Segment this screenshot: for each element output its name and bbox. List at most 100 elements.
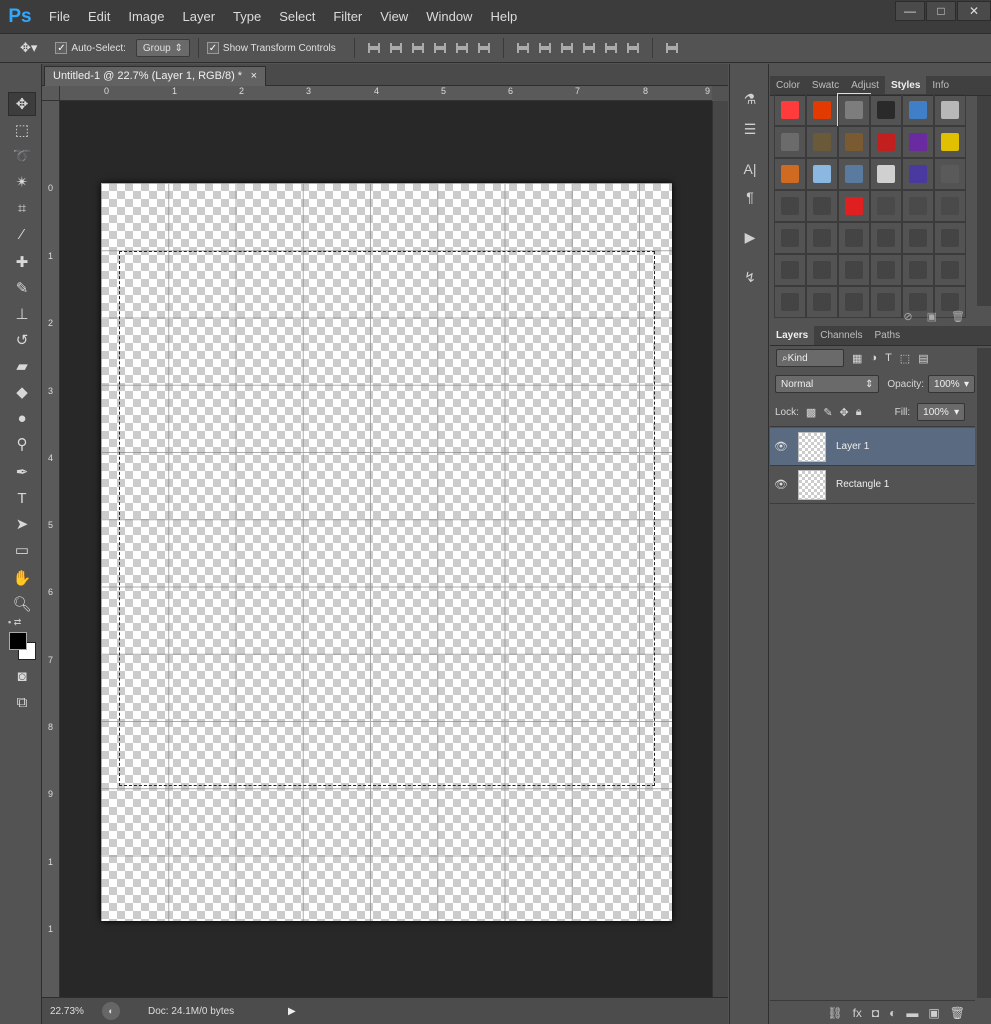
style-swatch[interactable] xyxy=(870,222,902,254)
lock-all-icon[interactable]: 🔒︎ xyxy=(856,406,862,419)
style-swatch[interactable] xyxy=(934,222,966,254)
selection-marquee[interactable] xyxy=(119,251,655,786)
style-swatch[interactable] xyxy=(934,190,966,222)
link-layers-icon[interactable]: ⛓ xyxy=(827,1006,842,1020)
tab-color[interactable]: Color xyxy=(770,76,806,95)
style-swatch[interactable] xyxy=(934,254,966,286)
add-mask-icon[interactable]: ◘ xyxy=(872,1006,879,1020)
menu-edit[interactable]: Edit xyxy=(79,0,119,33)
lock-position-icon[interactable]: ✥ xyxy=(840,406,849,419)
auto-align-icon[interactable] xyxy=(663,40,681,56)
tab-layers[interactable]: Layers xyxy=(770,326,815,345)
style-swatch[interactable] xyxy=(870,190,902,222)
style-swatch[interactable] xyxy=(774,94,806,126)
menu-layer[interactable]: Layer xyxy=(174,0,225,33)
menu-image[interactable]: Image xyxy=(119,0,173,33)
move-tool-icon[interactable]: ✥ xyxy=(8,92,36,116)
tab-paths[interactable]: Paths xyxy=(869,326,907,345)
distribute-left-icon[interactable] xyxy=(580,40,598,56)
foreground-color-swatch[interactable] xyxy=(9,632,27,650)
style-swatch[interactable] xyxy=(774,158,806,190)
new-adjustment-icon[interactable]: ◐ xyxy=(889,1006,896,1020)
layer-filter-select[interactable]: ⌕ Kind xyxy=(776,349,844,367)
menu-window[interactable]: Window xyxy=(417,0,481,33)
document-tab[interactable]: Untitled-1 @ 22.7% (Layer 1, RGB/8) * × xyxy=(44,66,266,86)
crop-tool-icon[interactable]: ⌗ xyxy=(8,196,36,220)
blend-mode-select[interactable]: Normal ⇕ xyxy=(775,375,880,393)
filter-type-icon[interactable]: T xyxy=(885,352,892,364)
actions-panel-icon[interactable]: ▶ xyxy=(738,226,762,248)
style-swatch[interactable] xyxy=(838,254,870,286)
style-swatch[interactable] xyxy=(806,190,838,222)
align-left-icon[interactable] xyxy=(431,40,449,56)
style-swatch[interactable] xyxy=(774,126,806,158)
share-icon[interactable]: ◐ xyxy=(102,1002,120,1020)
dodge-tool-icon[interactable]: ⚲ xyxy=(8,432,36,456)
lock-transparency-icon[interactable]: ▩ xyxy=(806,406,816,419)
style-swatch[interactable] xyxy=(806,254,838,286)
vertical-scrollbar[interactable] xyxy=(712,101,728,997)
style-swatch[interactable] xyxy=(838,222,870,254)
menu-help[interactable]: Help xyxy=(481,0,526,33)
zoom-level[interactable]: 22.73% xyxy=(42,1006,94,1017)
opacity-field[interactable]: 100% ▾ xyxy=(928,375,975,393)
character-panel-icon[interactable]: A| xyxy=(738,158,762,180)
layer-row-rectangle-1[interactable]: 👁︎ Rectangle 1 xyxy=(770,466,975,504)
menu-select[interactable]: Select xyxy=(270,0,324,33)
history-panel-icon[interactable]: ⚗ xyxy=(738,88,762,110)
path-selection-icon[interactable]: ➤ xyxy=(8,512,36,536)
style-swatch[interactable] xyxy=(934,94,966,126)
style-swatch[interactable] xyxy=(806,158,838,190)
paint-bucket-icon[interactable]: ◆ xyxy=(8,380,36,404)
hand-tool-icon[interactable]: ✋ xyxy=(8,566,36,590)
style-swatch[interactable] xyxy=(806,94,838,126)
distribute-hcenter-icon[interactable] xyxy=(602,40,620,56)
status-menu-arrow-icon[interactable]: ▶ xyxy=(288,1006,296,1017)
timeline-panel-icon[interactable]: ↯ xyxy=(738,266,762,288)
visibility-eye-icon[interactable]: 👁︎ xyxy=(770,478,792,491)
filter-adjustment-icon[interactable]: ◑ xyxy=(870,352,877,364)
quick-mask-icon[interactable]: ◙ xyxy=(8,664,36,688)
zoom-tool-icon[interactable]: 🔍︎ xyxy=(8,592,36,616)
distribute-right-icon[interactable] xyxy=(624,40,642,56)
maximize-button[interactable]: □ xyxy=(926,1,956,21)
tab-swatches[interactable]: Swatc xyxy=(806,76,845,95)
distribute-bottom-icon[interactable] xyxy=(558,40,576,56)
minimize-button[interactable]: — xyxy=(895,1,925,21)
eyedropper-icon[interactable]: ⁄ xyxy=(8,222,36,246)
style-swatch[interactable] xyxy=(870,254,902,286)
style-swatch[interactable] xyxy=(774,254,806,286)
style-swatch[interactable] xyxy=(902,254,934,286)
align-hcenter-icon[interactable] xyxy=(453,40,471,56)
style-swatch[interactable] xyxy=(870,94,902,126)
menu-file[interactable]: File xyxy=(40,0,79,33)
style-swatch[interactable] xyxy=(806,126,838,158)
style-swatch[interactable] xyxy=(902,222,934,254)
auto-select-target-select[interactable]: Group ⇕ xyxy=(135,39,190,57)
filter-smart-icon[interactable]: ▤ xyxy=(918,352,928,365)
document-canvas[interactable] xyxy=(101,183,672,921)
menu-filter[interactable]: Filter xyxy=(324,0,371,33)
lock-pixels-icon[interactable]: ✎ xyxy=(823,406,832,419)
layer-row-layer-1[interactable]: 👁︎ Layer 1 xyxy=(770,428,975,466)
brush-tool-icon[interactable]: ✎ xyxy=(8,276,36,300)
style-swatch[interactable] xyxy=(806,222,838,254)
distribute-top-icon[interactable] xyxy=(514,40,532,56)
rectangle-tool-icon[interactable]: ▭ xyxy=(8,538,36,562)
style-swatch[interactable] xyxy=(902,158,934,190)
layers-scrollbar[interactable] xyxy=(977,348,991,998)
fill-field[interactable]: 100% ▾ xyxy=(917,403,966,421)
healing-brush-icon[interactable]: ✚ xyxy=(8,250,36,274)
auto-select-checkbox[interactable]: ✓ xyxy=(55,42,68,54)
clear-style-icon[interactable]: ⊘ xyxy=(903,310,912,323)
tab-channels[interactable]: Channels xyxy=(814,326,868,345)
style-swatch[interactable] xyxy=(934,158,966,190)
align-vcenter-icon[interactable] xyxy=(387,40,405,56)
menu-view[interactable]: View xyxy=(371,0,417,33)
delete-style-icon[interactable]: 🗑︎ xyxy=(951,310,965,323)
new-group-icon[interactable]: ▬ xyxy=(906,1006,918,1020)
horizontal-ruler[interactable]: 0 1 2 3 4 5 6 7 8 9 xyxy=(60,86,712,101)
style-swatch[interactable] xyxy=(870,158,902,190)
style-swatch[interactable] xyxy=(838,126,870,158)
style-swatch[interactable] xyxy=(838,158,870,190)
